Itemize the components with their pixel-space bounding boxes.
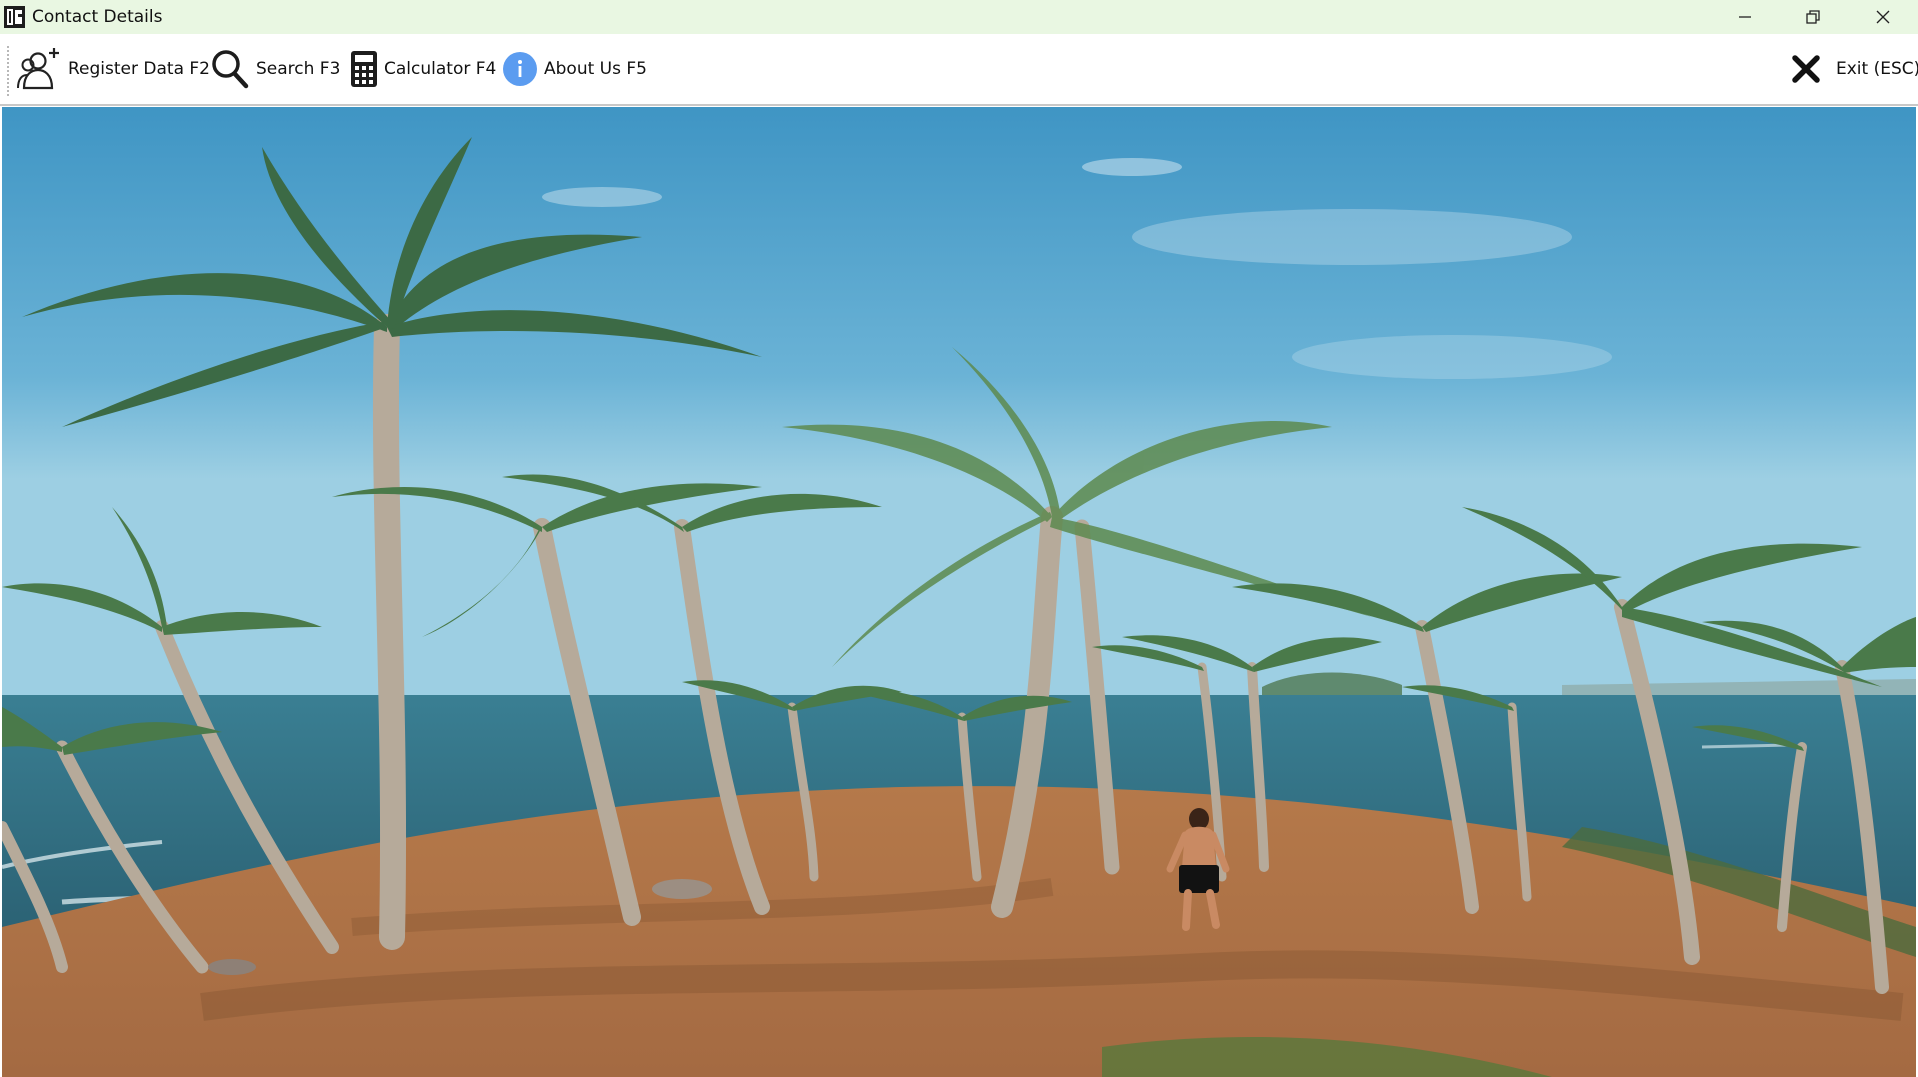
title-bar: Contact Details	[0, 0, 1918, 34]
close-icon	[1876, 10, 1890, 24]
register-data-label: Register Data F2	[68, 59, 210, 79]
close-window-button[interactable]	[1848, 0, 1918, 34]
restore-icon	[1806, 10, 1820, 24]
toolbar-divider	[0, 104, 1918, 106]
app-icon	[4, 6, 25, 28]
calculator-label: Calculator F4	[384, 59, 497, 79]
about-us-label: About Us F5	[544, 59, 647, 79]
search-button[interactable]: Search F3	[210, 44, 340, 94]
info-icon	[502, 51, 538, 87]
search-label: Search F3	[256, 59, 341, 79]
register-data-button[interactable]: Register Data F2	[16, 44, 210, 94]
calculator-icon	[350, 50, 378, 88]
about-us-button[interactable]: About Us F5	[502, 44, 647, 94]
toolbar: Register Data F2 Search F3 Calculator F4…	[0, 34, 1918, 106]
restore-button[interactable]	[1778, 0, 1848, 34]
exit-button[interactable]: Exit (ESC)	[1790, 44, 1918, 94]
background-image	[2, 107, 1916, 1077]
calculator-button[interactable]: Calculator F4	[350, 44, 496, 94]
add-user-icon	[16, 46, 62, 92]
exit-label: Exit (ESC)	[1836, 59, 1918, 79]
palm-beach-scene	[2, 107, 1916, 1077]
window-title: Contact Details	[32, 7, 163, 27]
minimize-button[interactable]	[1710, 0, 1780, 34]
search-icon	[210, 48, 250, 90]
minimize-icon	[1739, 16, 1751, 18]
close-x-icon	[1790, 53, 1822, 85]
toolbar-grip[interactable]	[7, 46, 11, 96]
